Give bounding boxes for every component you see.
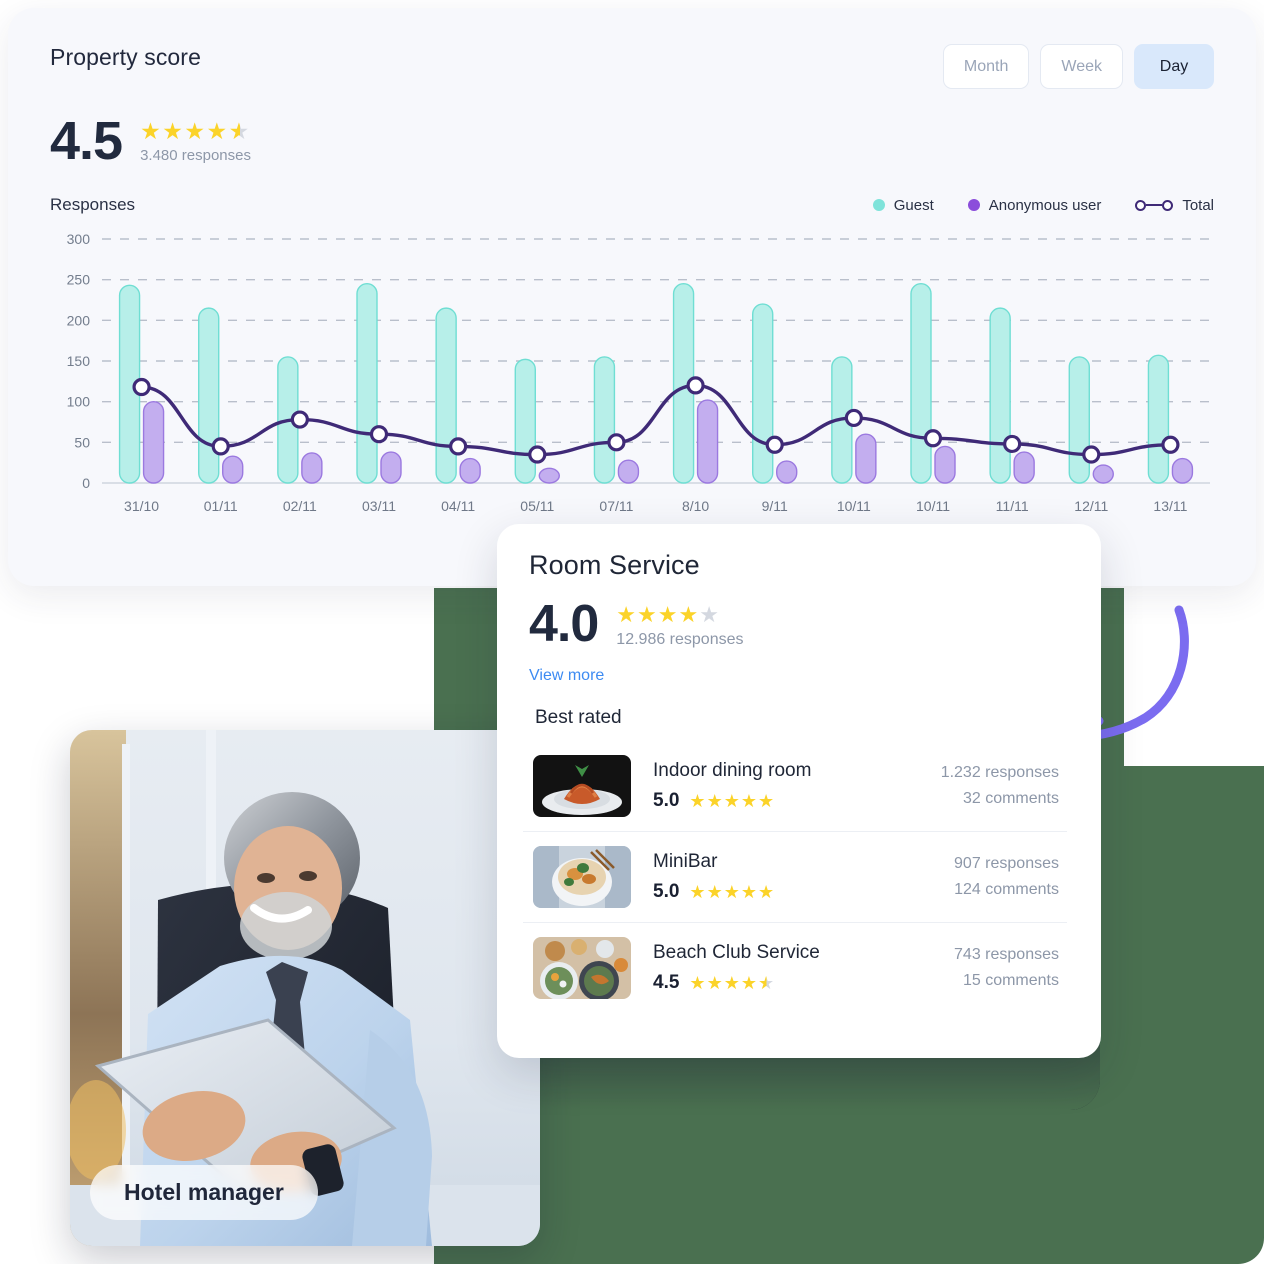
score-stars: ★★★★★ — [140, 118, 251, 144]
legend-item-total[interactable]: Total — [1135, 197, 1214, 214]
svg-text:05/11: 05/11 — [520, 498, 554, 514]
item-responses: 907 responses — [954, 855, 1059, 872]
room-service-summary: 4.0 ★★★★★ 12.986 responses — [529, 595, 1067, 653]
svg-text:10/11: 10/11 — [916, 498, 950, 514]
svg-text:9/11: 9/11 — [762, 498, 788, 514]
hotel-manager-photo-card: Hotel manager — [70, 730, 540, 1246]
svg-text:03/11: 03/11 — [362, 498, 396, 514]
svg-text:8/10: 8/10 — [682, 498, 709, 514]
room-service-title: Room Service — [529, 550, 700, 580]
svg-text:100: 100 — [67, 394, 91, 410]
item-comments: 15 comments — [962, 972, 1059, 989]
room-service-card: Room Service 4.0 ★★★★★ 12.986 responses … — [497, 524, 1101, 1058]
view-more-link[interactable]: View more — [529, 667, 1067, 685]
svg-text:12/11: 12/11 — [1074, 498, 1108, 514]
item-rating: 5.0 ★★★★★ — [653, 881, 932, 903]
chart-canvas[interactable]: 0 50 100 150 200 250 300 31/10 01/11 02/11 03/11 04… — [50, 233, 1214, 523]
svg-text:150: 150 — [67, 353, 91, 369]
page-title: Property score — [50, 44, 201, 70]
item-meta: 1.232 responses 32 comments — [941, 760, 1059, 812]
item-responses: 1.232 responses — [940, 764, 1059, 781]
item-responses: 743 responses — [954, 946, 1059, 963]
room-service-stars: ★★★★★ — [616, 602, 720, 627]
card-header: Property score Month Week Day — [50, 44, 1214, 89]
svg-text:50: 50 — [74, 434, 90, 450]
item-rating-value: 4.5 — [653, 972, 680, 993]
pasta-photo-thumbnail — [533, 755, 631, 817]
legend-label-total: Total — [1182, 196, 1214, 214]
svg-text:07/11: 07/11 — [599, 498, 633, 514]
svg-text:0: 0 — [82, 475, 90, 491]
item-comments: 124 comments — [954, 881, 1059, 898]
item-rating-stars: ★★★★★ — [689, 972, 776, 993]
legend-label-guest: Guest — [893, 196, 934, 214]
item-comments: 32 comments — [962, 790, 1059, 807]
range-button-day[interactable]: Day — [1134, 44, 1214, 89]
svg-text:10/11: 10/11 — [837, 498, 871, 514]
legend-item-anonymous[interactable]: Anonymous user — [967, 196, 1102, 214]
page-root: Property score Month Week Day 4.5 ★★★★★ … — [0, 0, 1264, 1264]
svg-text:300: 300 — [67, 233, 91, 247]
platter-photo-thumbnail — [533, 937, 631, 999]
legend-item-guest[interactable]: Guest — [872, 196, 934, 214]
item-rating: 4.5 ★★★★★ — [653, 972, 932, 994]
score-value: 4.5 — [50, 111, 123, 171]
svg-text:02/11: 02/11 — [283, 498, 317, 514]
best-rated-list: Indoor dining room 5.0 ★★★★★ 1.232 respo… — [523, 741, 1067, 1013]
item-name: Beach Club Service — [653, 942, 820, 963]
item-rating-stars: ★★★★★ — [689, 790, 776, 811]
svg-text:250: 250 — [67, 272, 91, 288]
range-button-month[interactable]: Month — [942, 44, 1030, 89]
item-meta: 907 responses 124 comments — [954, 851, 1059, 903]
room-service-score: 4.0 — [529, 595, 599, 653]
chart-legend: Guest Anonymous user Total — [872, 196, 1214, 214]
svg-text:31/10: 31/10 — [124, 498, 159, 514]
list-item[interactable]: Beach Club Service 4.5 ★★★★★ 743 respons… — [523, 923, 1067, 1013]
room-service-responses: 12.986 responses — [616, 631, 744, 648]
date-range-toggle[interactable]: Month Week Day — [942, 44, 1214, 89]
item-name: MiniBar — [653, 851, 718, 872]
item-rating-value: 5.0 — [653, 881, 680, 902]
item-name: Indoor dining room — [653, 760, 812, 781]
anonymous-dot-icon — [967, 199, 980, 211]
svg-text:11/11: 11/11 — [996, 498, 1029, 514]
svg-text:200: 200 — [67, 312, 91, 328]
property-score-summary: 4.5 ★★★★★ 3.480 responses — [50, 111, 1214, 171]
item-rating-stars: ★★★★★ — [689, 881, 776, 902]
bowl-photo-thumbnail — [533, 846, 631, 908]
svg-text:01/11: 01/11 — [204, 498, 238, 514]
item-rating: 5.0 ★★★★★ — [653, 790, 919, 812]
item-meta: 743 responses 15 comments — [954, 942, 1059, 994]
property-score-card: Property score Month Week Day 4.5 ★★★★★ … — [8, 8, 1256, 586]
score-responses: 3.480 responses — [140, 147, 251, 164]
total-line-icon — [1135, 199, 1174, 211]
list-item[interactable]: Indoor dining room 5.0 ★★★★★ 1.232 respo… — [523, 741, 1067, 832]
svg-text:04/11: 04/11 — [441, 498, 475, 514]
item-rating-value: 5.0 — [653, 790, 680, 811]
best-rated-heading: Best rated — [535, 707, 622, 728]
guest-dot-icon — [872, 199, 885, 211]
list-item[interactable]: MiniBar 5.0 ★★★★★ 907 responses 124 comm… — [523, 832, 1067, 923]
photo-role-badge: Hotel manager — [90, 1165, 318, 1220]
legend-label-anonymous: Anonymous user — [988, 196, 1102, 214]
chart-title: Responses — [50, 195, 136, 214]
responses-chart[interactable]: 0 50 100 150 200 250 300 31/10 01/11 02/11 03/11 04… — [50, 233, 1214, 533]
chart-header: Responses Guest Anonymous user Total — [50, 195, 1214, 215]
svg-text:13/11: 13/11 — [1153, 498, 1187, 514]
range-button-week[interactable]: Week — [1040, 44, 1123, 89]
